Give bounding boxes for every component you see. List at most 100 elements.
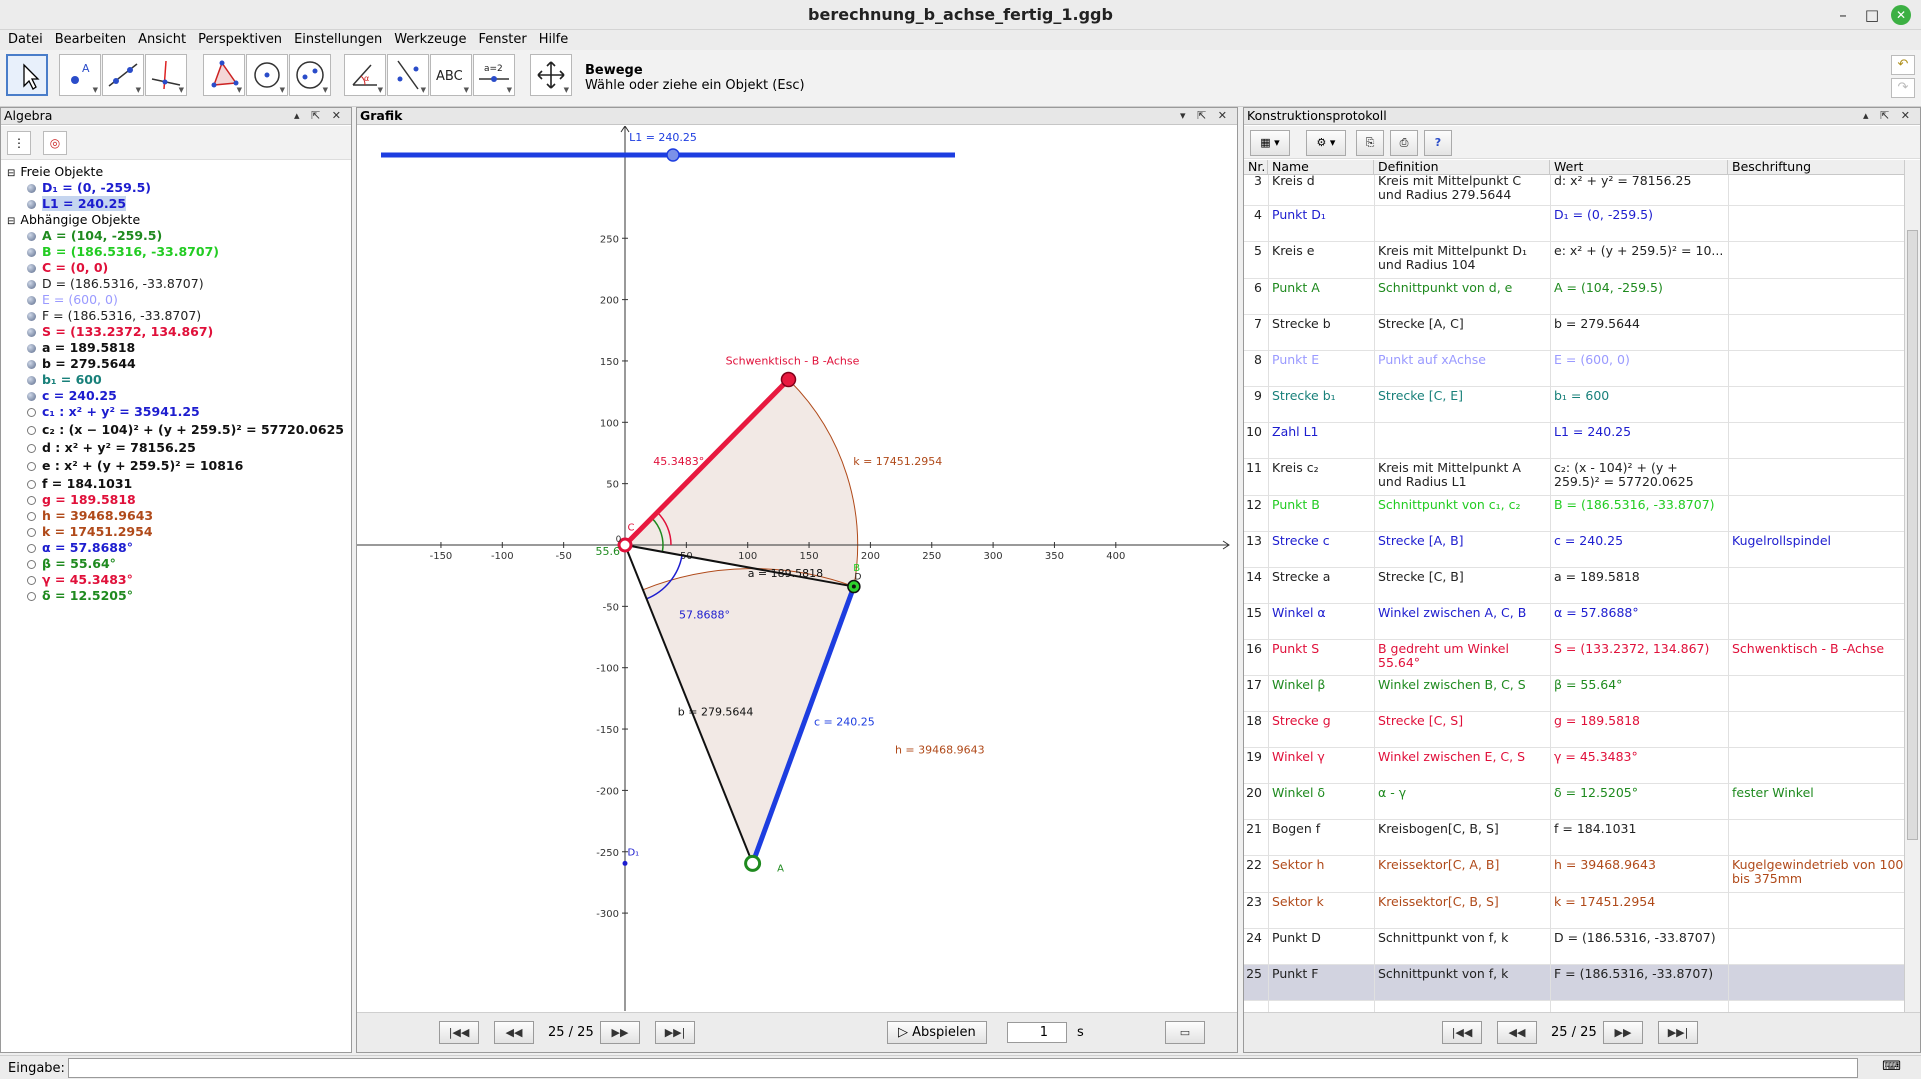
visible-object-icon[interactable]: [27, 264, 36, 273]
algebra-item[interactable]: α = 57.8688°: [27, 540, 133, 556]
keyboard-icon[interactable]: ⌨: [1882, 1059, 1901, 1074]
algebra-item[interactable]: L1 = 240.25: [27, 196, 127, 212]
algebra-item[interactable]: D₁ = (0, -259.5): [27, 180, 151, 196]
menu-perspektiven[interactable]: Perspektiven: [192, 31, 288, 49]
algebra-group-header[interactable]: ⊟ Freie Objekte: [7, 164, 103, 180]
move-view-tool-button[interactable]: ▼: [530, 54, 572, 96]
algebra-item[interactable]: D = (186.5316, -33.8707): [27, 276, 204, 292]
point-d1[interactable]: [622, 860, 628, 866]
visible-object-icon[interactable]: [27, 312, 36, 321]
scroll-thumb[interactable]: [1907, 230, 1918, 840]
protocol-row[interactable]: 10 Zahl L1 L1 = 240.25: [1244, 423, 1904, 459]
hidden-object-icon[interactable]: [27, 408, 36, 417]
menu-fenster[interactable]: Fenster: [472, 31, 532, 49]
slider-l1-handle[interactable]: [666, 148, 680, 162]
algebra-item[interactable]: E = (600, 0): [27, 292, 118, 308]
undo-button[interactable]: ↶: [1891, 55, 1915, 75]
protocol-row[interactable]: 16 Punkt S B gedreht um Winkel 55.64° S = (…: [1244, 640, 1904, 676]
text-tool-button[interactable]: ABC ▼: [430, 54, 472, 96]
visible-object-icon[interactable]: [27, 200, 36, 209]
menu-bearbeiten[interactable]: Bearbeiten: [49, 31, 132, 49]
collapse-icon[interactable]: ⊟: [7, 216, 15, 227]
visible-object-icon[interactable]: [27, 248, 36, 257]
hidden-object-icon[interactable]: [27, 462, 36, 471]
protocol-row[interactable]: 3 Kreis d Kreis mit Mittelpunkt C und Radi…: [1244, 172, 1904, 206]
protocol-row[interactable]: 13 Strecke c Strecke [A, B] c = 240.25 Kugel…: [1244, 532, 1904, 568]
ellipse-tool-button[interactable]: ▼: [289, 54, 331, 96]
protocol-row[interactable]: 14 Strecke a Strecke [C, B] a = 189.5818: [1244, 568, 1904, 604]
hidden-object-icon[interactable]: [27, 444, 36, 453]
hidden-object-icon[interactable]: [27, 512, 36, 521]
protocol-row[interactable]: 15 Winkel α Winkel zwischen A, C, B α = 57.…: [1244, 604, 1904, 640]
panel-controls[interactable]: ▾ ⇱ ✕: [1180, 108, 1231, 124]
first-step-button[interactable]: |◀◀: [439, 1021, 479, 1044]
protocol-row[interactable]: 7 Strecke b Strecke [A, C] b = 279.5644: [1244, 315, 1904, 351]
protocol-row[interactable]: 17 Winkel β Winkel zwischen B, C, S β = 55.…: [1244, 676, 1904, 712]
point-tool-button[interactable]: A ▼: [59, 54, 101, 96]
protocol-row[interactable]: 19 Winkel γ Winkel zwischen E, C, S γ = 45.…: [1244, 748, 1904, 784]
visible-object-icon[interactable]: [27, 232, 36, 241]
speed-input[interactable]: 1: [1007, 1022, 1067, 1043]
protocol-row[interactable]: 8 Punkt E Punkt auf xAchse E = (600, 0): [1244, 351, 1904, 387]
play-button[interactable]: ▷ Abspielen: [887, 1021, 987, 1044]
protocol-row[interactable]: 21 Bogen f Kreisbogen[C, B, S] f = 184.1031: [1244, 820, 1904, 856]
visible-object-icon[interactable]: [27, 184, 36, 193]
protocol-row[interactable]: 20 Winkel δ α - γ δ = 12.5205° fester Winkel: [1244, 784, 1904, 820]
graphics-svg[interactable]: -150 -100 -50 50 100 150 200 250 300 350 400 250 200…: [357, 125, 1237, 1013]
maximize-button[interactable]: □: [1862, 5, 1882, 25]
menu-ansicht[interactable]: Ansicht: [132, 31, 192, 49]
graphics-canvas[interactable]: -150 -100 -50 50 100 150 200 250 300 350 400 250 200…: [357, 125, 1237, 1013]
algebra-item[interactable]: γ = 45.3483°: [27, 572, 133, 588]
visible-object-icon[interactable]: [27, 328, 36, 337]
protocol-row[interactable]: 6 Punkt A Schnittpunkt von d, e A = (104, -…: [1244, 279, 1904, 315]
algebra-item[interactable]: b = 279.5644: [27, 356, 136, 372]
close-button[interactable]: ✕: [1891, 5, 1911, 25]
algebra-item[interactable]: S = (133.2372, 134.867): [27, 324, 213, 340]
prev-step-button[interactable]: ◀◀: [494, 1021, 534, 1044]
protocol-row[interactable]: 23 Sektor k Kreissektor[C, B, S] k = 17451.…: [1244, 893, 1904, 929]
input-field[interactable]: [68, 1058, 1858, 1078]
circle-tool-button[interactable]: ▼: [246, 54, 288, 96]
menu-werkzeuge[interactable]: Werkzeuge: [388, 31, 472, 49]
hidden-object-icon[interactable]: [27, 528, 36, 537]
algebra-item[interactable]: d : x² + y² = 78156.25: [27, 440, 196, 456]
menu-einstellungen[interactable]: Einstellungen: [288, 31, 388, 49]
hidden-object-icon[interactable]: [27, 480, 36, 489]
hidden-object-icon[interactable]: [27, 560, 36, 569]
protocol-row[interactable]: 5 Kreis e Kreis mit Mittelpunkt D₁ und Rad…: [1244, 242, 1904, 279]
protocol-scrollbar[interactable]: [1904, 160, 1920, 1012]
protocol-row[interactable]: 4 Punkt D₁ D₁ = (0, -259.5): [1244, 206, 1904, 242]
visible-object-icon[interactable]: [27, 280, 36, 289]
panel-controls[interactable]: ▴ ⇱ ✕: [1863, 108, 1914, 124]
hidden-object-icon[interactable]: [27, 544, 36, 553]
hidden-object-icon[interactable]: [27, 426, 36, 435]
last-step-button[interactable]: ▶▶|: [655, 1021, 695, 1044]
algebra-item[interactable]: δ = 12.5205°: [27, 588, 133, 604]
algebra-item[interactable]: F = (186.5316, -33.8707): [27, 308, 201, 324]
algebra-item[interactable]: h = 39468.9643: [27, 508, 153, 524]
last-step-button[interactable]: ▶▶|: [1658, 1021, 1698, 1044]
point-a[interactable]: [744, 854, 762, 872]
visible-object-icon[interactable]: [27, 360, 36, 369]
algebra-item[interactable]: k = 17451.2954: [27, 524, 153, 540]
hidden-object-icon[interactable]: [27, 496, 36, 505]
menu-datei[interactable]: Datei: [2, 31, 49, 49]
point-d[interactable]: [851, 584, 856, 589]
protocol-row[interactable]: 22 Sektor h Kreissektor[C, A, B] h = 39468.…: [1244, 856, 1904, 893]
sort-menu-button[interactable]: ⋮: [7, 131, 31, 155]
algebra-item[interactable]: c = 240.25: [27, 388, 117, 404]
minimize-button[interactable]: –: [1833, 5, 1853, 25]
algebra-item[interactable]: c₁ : x² + y² = 35941.25: [27, 404, 200, 420]
protocol-row[interactable]: 18 Strecke g Strecke [C, S] g = 189.5818: [1244, 712, 1904, 748]
algebra-item[interactable]: f = 184.1031: [27, 476, 132, 492]
visible-object-icon[interactable]: [27, 344, 36, 353]
next-step-button[interactable]: ▶▶: [1603, 1021, 1643, 1044]
redo-button[interactable]: ↷: [1891, 78, 1915, 98]
algebra-item[interactable]: g = 189.5818: [27, 492, 136, 508]
help-button[interactable]: ?: [1424, 130, 1452, 156]
algebra-item[interactable]: c₂ : (x − 104)² + (y + 259.5)² = 57720.0…: [27, 422, 344, 438]
perpendicular-tool-button[interactable]: ▼: [145, 54, 187, 96]
algebra-item[interactable]: a = 189.5818: [27, 340, 135, 356]
hidden-object-icon[interactable]: [27, 576, 36, 585]
protocol-row[interactable]: 24 Punkt D Schnittpunkt von f, k D = (186.5…: [1244, 929, 1904, 965]
